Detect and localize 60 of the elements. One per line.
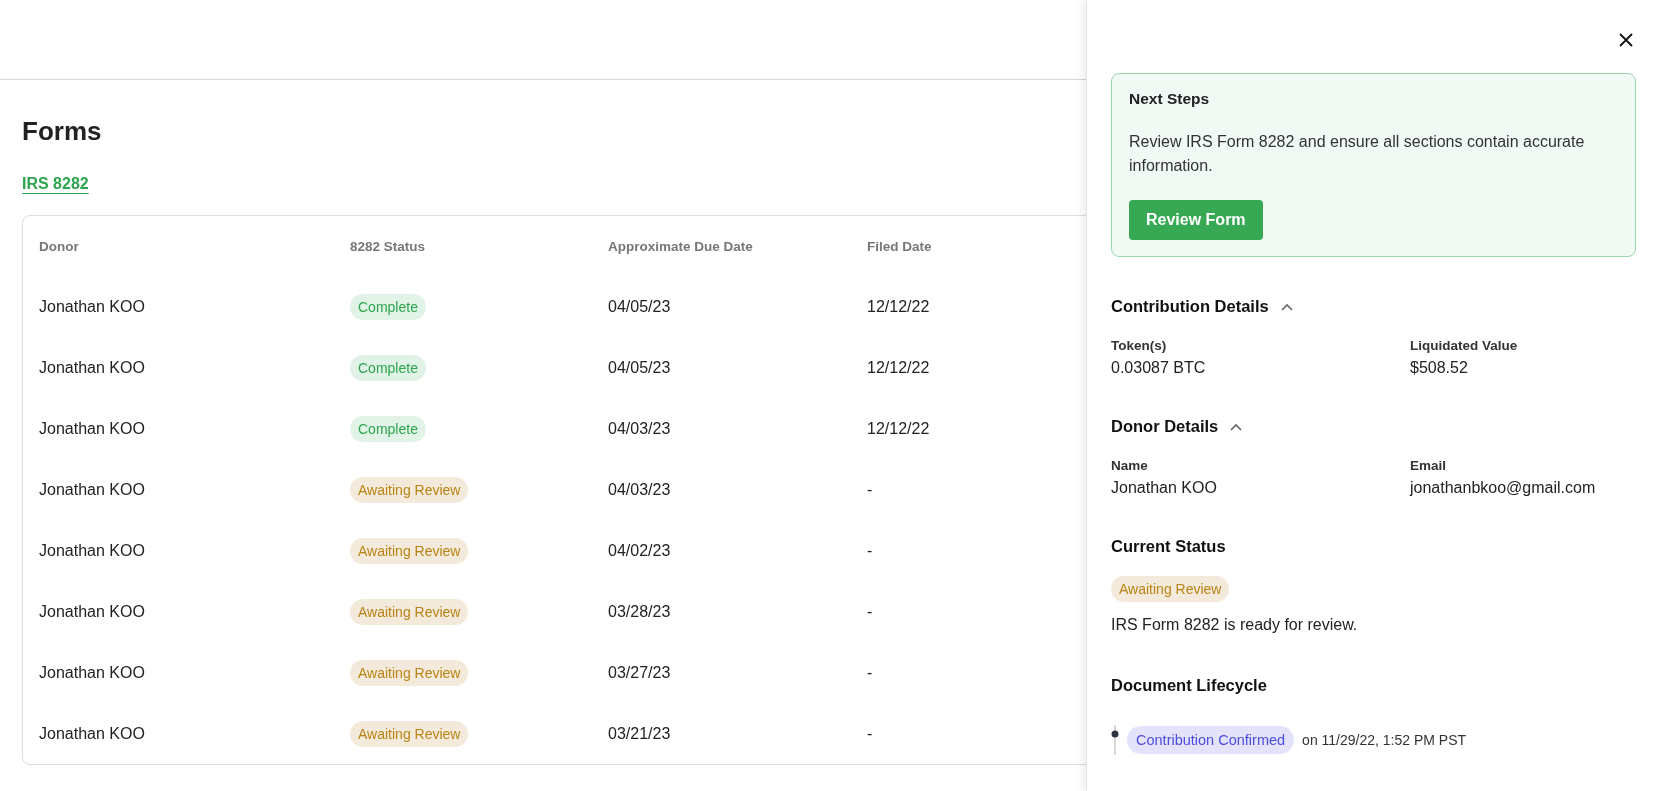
section-title: Current Status <box>1111 537 1226 556</box>
status-badge: Complete <box>350 354 426 381</box>
field-label: Name <box>1111 458 1149 473</box>
status-badge: Awaiting Review <box>350 720 469 747</box>
table-cell: 12/12/22 <box>867 297 930 316</box>
table-cell: 03/28/23 <box>608 602 671 621</box>
table-cell: Jonathan KOO <box>39 480 145 499</box>
section-title: Document Lifecycle <box>1111 676 1267 695</box>
status-badge: Awaiting Review <box>350 537 469 564</box>
section-title: Contribution Details <box>1111 297 1269 316</box>
column-header: Donor <box>39 238 79 254</box>
status-badge: Awaiting Review <box>350 659 469 686</box>
table-cell: 04/03/23 <box>608 480 671 499</box>
column-header: Filed Date <box>867 238 932 254</box>
chevron-up-icon[interactable] <box>1280 302 1293 311</box>
table-cell: - <box>867 663 873 682</box>
table-cell: 04/05/23 <box>608 297 671 316</box>
table-cell: 04/02/23 <box>608 541 671 560</box>
table-cell: Jonathan KOO <box>39 541 145 560</box>
table-cell: Jonathan KOO <box>39 297 145 316</box>
event-time: on 11/29/22, 1:52 PM PST <box>1302 732 1467 748</box>
field-value: $508.52 <box>1410 359 1469 377</box>
table-cell: 12/12/22 <box>867 419 930 438</box>
status-badge: Awaiting Review <box>350 476 469 503</box>
field-label: Liquidated Value <box>1410 338 1519 353</box>
card-text: Review IRS Form 8282 and ensure all sections contain accurate information. <box>1129 132 1586 176</box>
status-badge: Complete <box>350 415 426 442</box>
table-cell: Jonathan KOO <box>39 419 145 438</box>
section-title: Donor Details <box>1111 417 1219 436</box>
card-title: Next Steps <box>1129 90 1211 108</box>
status-text: IRS Form 8282 is ready for review. <box>1111 616 1359 634</box>
field-value: jonathanbkoo@gmail.com <box>1410 479 1597 497</box>
field-value: Jonathan KOO <box>1111 479 1218 497</box>
table-cell: 04/03/23 <box>608 419 671 438</box>
table-cell: 04/05/23 <box>608 358 671 377</box>
event-badge: Contribution Confirmed <box>1127 726 1295 754</box>
table-cell: Jonathan KOO <box>39 358 145 377</box>
table-cell: 12/12/22 <box>867 358 930 377</box>
table-cell: - <box>867 602 873 621</box>
table-cell: - <box>867 480 873 499</box>
column-header: 8282 Status <box>350 238 426 254</box>
table-cell: Jonathan KOO <box>39 602 145 621</box>
chevron-up-icon[interactable] <box>1230 422 1243 431</box>
field-value: 0.03087 BTC <box>1111 359 1207 377</box>
table-cell: 03/21/23 <box>608 724 671 743</box>
status-badge: Complete <box>350 293 426 320</box>
field-label: Email <box>1410 458 1448 473</box>
page-title: Forms <box>22 116 102 147</box>
form-link[interactable]: IRS 8282 <box>22 175 89 193</box>
table-cell: - <box>867 724 873 743</box>
review-form-button[interactable]: Review Form <box>1129 200 1263 240</box>
column-header: Approximate Due Date <box>608 238 753 254</box>
table-cell: Jonathan KOO <box>39 724 145 743</box>
table-cell: - <box>867 541 873 560</box>
status-badge: Awaiting Review <box>1111 576 1230 602</box>
table-cell: Jonathan KOO <box>39 663 145 682</box>
field-label: Token(s) <box>1111 338 1168 353</box>
table-cell: 03/27/23 <box>608 663 671 682</box>
status-badge: Awaiting Review <box>350 598 469 625</box>
timeline-dot-icon <box>1111 725 1119 755</box>
